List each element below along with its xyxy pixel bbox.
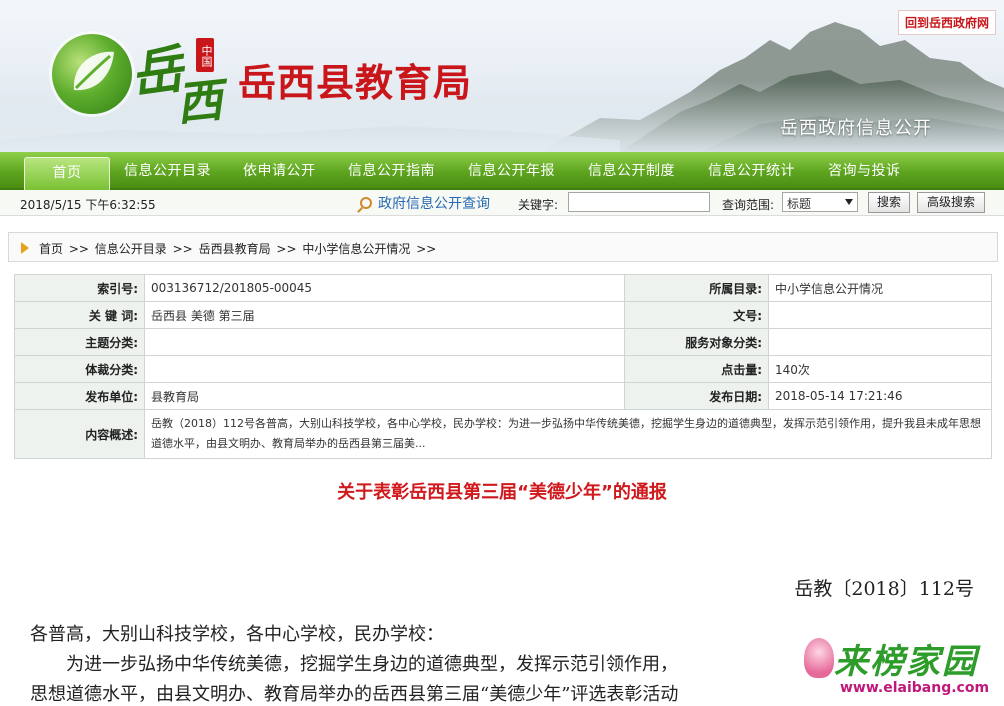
info-query-link[interactable]: 政府信息公开查询 (360, 193, 490, 213)
service-value (768, 328, 992, 356)
catalog-value: 中小学信息公开情况 (768, 274, 992, 302)
genre-label: 体裁分类: (14, 355, 145, 383)
watermark-brand: 来榜家园 (834, 642, 978, 682)
table-row: 体裁分类: 点击量: 140次 (14, 355, 992, 383)
search-button[interactable]: 搜索 (868, 192, 910, 213)
breadcrumb-separator: >> (68, 242, 89, 256)
hits-value: 140次 (768, 355, 992, 383)
keyword-input[interactable] (568, 192, 710, 212)
breadcrumb-item-bureau[interactable]: 岳西县教育局 (199, 242, 271, 256)
magnifier-icon (360, 197, 372, 209)
chevron-down-icon (845, 199, 853, 205)
article-paragraph-line: 为进一步弘扬中华传统美德，挖掘学生身边的道德典型，发挥示范引领作用， (66, 654, 678, 675)
main-nav: 首页 信息公开目录 依申请公开 信息公开指南 信息公开年报 信息公开制度 信息公… (0, 152, 1004, 190)
return-to-government-site-link[interactable]: 回到岳西政府网 (897, 10, 996, 35)
breadcrumb-separator: >> (416, 242, 437, 256)
range-label: 查询范围: (722, 198, 775, 212)
breadcrumb: 首页 >> 信息公开目录 >> 岳西县教育局 >> 中小学信息公开情况 >> (8, 232, 998, 262)
publish-date-label: 发布日期: (624, 382, 769, 410)
doc-number-label: 文号: (624, 301, 769, 329)
nav-item-home[interactable]: 首页 (24, 157, 110, 190)
keyword-label: 关键字: (518, 198, 559, 212)
table-row: 索引号: 003136712/201805-00045 所属目录: 中小学信息公… (14, 274, 992, 302)
search-bar: 2018/5/15 下午6:32:55 政府信息公开查询 关键字: 查询范围: … (0, 190, 1004, 216)
summary-label: 内容概述: (14, 409, 145, 459)
table-row: 主题分类: 服务对象分类: (14, 328, 992, 356)
index-number-value: 003136712/201805-00045 (144, 274, 625, 302)
nav-item-annual-report[interactable]: 信息公开年报 (468, 152, 555, 190)
current-datetime: 2018/5/15 下午6:32:55 (20, 198, 156, 212)
table-row: 发布单位: 县教育局 发布日期: 2018-05-14 17:21:46 (14, 382, 992, 410)
info-query-label: 政府信息公开查询 (378, 196, 490, 212)
site-title: 岳西县教育局 (238, 61, 473, 105)
nav-item-guide[interactable]: 信息公开指南 (348, 152, 435, 190)
table-row: 关 键 词: 岳西县 美德 第三届 文号: (14, 301, 992, 329)
logo-character-xi: 西 (173, 72, 226, 132)
breadcrumb-separator: >> (276, 242, 297, 256)
article-doc-number: 岳教〔2018〕112号 (794, 578, 974, 600)
breadcrumb-item-schools[interactable]: 中小学信息公开情况 (302, 242, 410, 256)
breadcrumb-item-home[interactable]: 首页 (39, 242, 63, 256)
breadcrumb-arrow-icon (21, 242, 29, 254)
article-salutation: 各普高，大别山科技学校，各中心学校，民办学校： (30, 624, 444, 645)
keywords-label: 关 键 词: (14, 301, 145, 329)
nav-item-consult[interactable]: 咨询与投诉 (828, 152, 901, 190)
mascot-icon (804, 638, 834, 678)
header-banner: 岳 西 中国 岳西县教育局 回到岳西政府网 岳西政府信息公开 (0, 0, 1004, 152)
document-meta-table: 索引号: 003136712/201805-00045 所属目录: 中小学信息公… (14, 274, 992, 459)
site-watermark: 来榜家园 www.elaibang.com (800, 634, 1000, 706)
publish-date-value: 2018-05-14 17:21:46 (768, 382, 992, 410)
publisher-label: 发布单位: (14, 382, 145, 410)
genre-value (144, 355, 625, 383)
watermark-url: www.elaibang.com (840, 680, 990, 696)
gov-info-label: 岳西政府信息公开 (780, 118, 932, 139)
topic-value (144, 328, 625, 356)
breadcrumb-separator: >> (172, 242, 193, 256)
logo-china-seal: 中国 (196, 38, 214, 72)
catalog-label: 所属目录: (624, 274, 769, 302)
hits-label: 点击量: (624, 355, 769, 383)
nav-item-catalog[interactable]: 信息公开目录 (124, 152, 211, 190)
advanced-search-button[interactable]: 高级搜索 (917, 192, 985, 213)
doc-number-value (768, 301, 992, 329)
publisher-value: 县教育局 (144, 382, 625, 410)
range-select[interactable]: 标题 (782, 192, 858, 212)
table-row: 内容概述: 岳教（2018）112号各普高，大别山科技学校，各中心学校，民办学校… (14, 409, 992, 459)
logo-leaf-icon (52, 34, 132, 114)
service-label: 服务对象分类: (624, 328, 769, 356)
index-number-label: 索引号: (14, 274, 145, 302)
nav-item-statistics[interactable]: 信息公开统计 (708, 152, 795, 190)
keywords-value: 岳西县 美德 第三届 (144, 301, 625, 329)
breadcrumb-item-catalog[interactable]: 信息公开目录 (95, 242, 167, 256)
nav-item-apply[interactable]: 依申请公开 (243, 152, 316, 190)
article-paragraph-line: 思想道德水平，由县文明办、教育局举办的岳西县第三届“美德少年”评选表彰活动 (30, 684, 679, 705)
topic-label: 主题分类: (14, 328, 145, 356)
summary-value: 岳教（2018）112号各普高，大别山科技学校，各中心学校，民办学校：为进一步弘… (144, 409, 992, 459)
article-title: 关于表彰岳西县第三届“美德少年”的通报 (337, 482, 667, 503)
range-selected-value: 标题 (787, 197, 812, 211)
nav-item-rules[interactable]: 信息公开制度 (588, 152, 675, 190)
